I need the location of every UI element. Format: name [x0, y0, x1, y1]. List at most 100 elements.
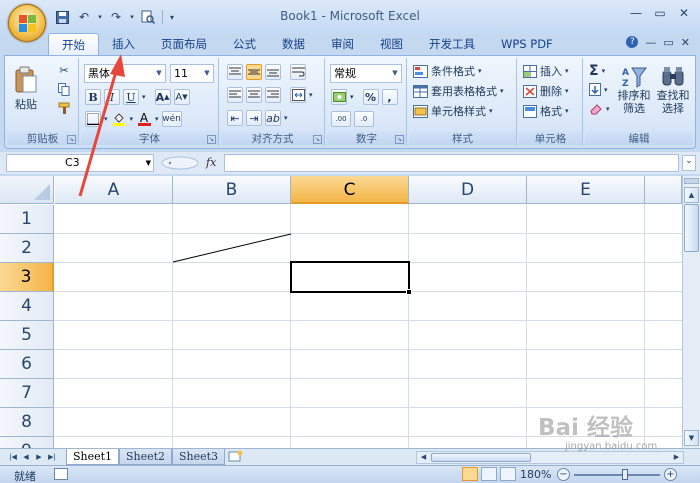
scroll-right-icon[interactable]: ▶ — [671, 453, 682, 462]
tab-page-layout[interactable]: 页面布局 — [148, 33, 220, 55]
normal-view-icon[interactable] — [462, 467, 478, 481]
increase-decimal-icon[interactable]: .00 — [331, 111, 351, 127]
conditional-format-button[interactable]: 条件格式 ▾ — [413, 63, 482, 79]
vertical-scroll-thumb[interactable] — [684, 204, 699, 252]
increase-indent-icon[interactable]: ⇥ — [246, 110, 262, 126]
ribbon-restore-icon[interactable]: ▭ — [663, 36, 673, 49]
format-painter-icon[interactable] — [55, 100, 73, 117]
font-color-icon[interactable]: A — [136, 111, 152, 127]
fill-handle[interactable] — [406, 289, 412, 295]
expand-formula-bar-icon[interactable]: ⌄ — [682, 155, 696, 171]
decrease-decimal-icon[interactable]: .0 — [354, 111, 374, 127]
font-color-dropdown-icon[interactable]: ▾ — [155, 115, 159, 123]
format-cells-button[interactable]: 格式 ▾ — [523, 103, 569, 119]
paste-button[interactable]: 粘贴 — [11, 62, 41, 116]
sheet-tab-sheet3[interactable]: Sheet3 — [172, 449, 226, 465]
prev-sheet-icon[interactable]: ◀ — [21, 451, 31, 463]
find-select-button[interactable]: 查找和 选择 — [655, 62, 691, 118]
clipboard-launcher-icon[interactable]: ↘ — [67, 135, 76, 144]
tab-developer[interactable]: 开发工具 — [416, 33, 488, 55]
zoom-slider[interactable] — [574, 474, 660, 476]
font-launcher-icon[interactable]: ↘ — [207, 135, 216, 144]
comma-style-icon[interactable]: , — [381, 89, 398, 105]
font-name-combo[interactable]: 黑体 ▼ — [84, 64, 166, 83]
increase-font-icon[interactable]: A ▲ — [154, 89, 171, 105]
name-box[interactable]: C3 ▼ — [6, 154, 154, 172]
tab-insert[interactable]: 插入 — [99, 33, 148, 55]
underline-icon[interactable]: U — [123, 89, 139, 105]
italic-icon[interactable]: I — [104, 89, 120, 105]
fill-button[interactable]: ▾ — [589, 83, 608, 96]
tab-data[interactable]: 数据 — [269, 33, 318, 55]
align-left-icon[interactable] — [227, 87, 243, 103]
scroll-left-icon[interactable]: ◀ — [418, 453, 429, 462]
insert-cells-button[interactable]: 插入 ▾ — [523, 63, 569, 79]
insert-sheet-icon[interactable] — [228, 450, 244, 463]
last-sheet-icon[interactable]: ▶| — [47, 451, 57, 463]
bold-icon[interactable]: B — [85, 89, 101, 105]
scroll-down-icon[interactable]: ▼ — [684, 430, 699, 446]
zoom-out-icon[interactable]: − — [557, 468, 570, 481]
phonetic-icon[interactable]: wén — [161, 111, 182, 127]
number-format-dropdown-icon[interactable]: ▼ — [389, 65, 401, 82]
formula-input[interactable] — [224, 154, 679, 172]
macro-record-icon[interactable] — [54, 468, 68, 480]
font-size-dropdown-icon[interactable]: ▼ — [201, 65, 213, 82]
ribbon-minimize-icon[interactable]: — — [645, 36, 656, 49]
percent-style-icon[interactable]: % — [362, 89, 379, 105]
tab-home[interactable]: 开始 — [48, 33, 99, 55]
font-name-dropdown-icon[interactable]: ▼ — [153, 65, 165, 82]
merge-center-icon[interactable] — [290, 87, 306, 103]
alignment-launcher-icon[interactable]: ↘ — [313, 135, 322, 144]
page-layout-view-icon[interactable] — [481, 467, 497, 481]
cut-icon[interactable]: ✂ — [55, 62, 73, 79]
tab-view[interactable]: 视图 — [367, 33, 416, 55]
office-button[interactable] — [8, 4, 46, 42]
number-launcher-icon[interactable]: ↘ — [395, 135, 404, 144]
scroll-up-icon[interactable]: ▲ — [684, 187, 699, 203]
orientation-dropdown-icon[interactable]: ▾ — [284, 114, 288, 122]
horizontal-scroll-thumb[interactable] — [431, 453, 531, 462]
merge-dropdown-icon[interactable]: ▾ — [309, 91, 313, 99]
align-center-icon[interactable] — [246, 87, 262, 103]
close-button[interactable]: ✕ — [674, 4, 694, 21]
ribbon-close-icon[interactable]: ✕ — [681, 36, 690, 49]
copy-icon[interactable] — [55, 81, 73, 98]
first-sheet-icon[interactable]: |◀ — [8, 451, 18, 463]
help-icon[interactable]: ? — [626, 36, 639, 48]
tab-review[interactable]: 审阅 — [318, 33, 367, 55]
borders-icon[interactable] — [85, 111, 101, 127]
align-bottom-icon[interactable] — [265, 64, 281, 80]
name-box-dropdown-icon[interactable]: ▼ — [146, 155, 151, 171]
sort-filter-button[interactable]: AZ 排序和 筛选 — [615, 62, 653, 118]
maximize-button[interactable]: ▭ — [650, 4, 670, 21]
underline-dropdown-icon[interactable]: ▾ — [142, 93, 146, 101]
horizontal-scrollbar[interactable]: ◀ ▶ — [416, 451, 684, 464]
align-middle-icon[interactable] — [246, 64, 262, 80]
zoom-slider-thumb[interactable] — [622, 469, 628, 480]
zoom-level[interactable]: 180% — [520, 468, 551, 481]
tab-wps-pdf[interactable]: WPS PDF — [488, 33, 566, 55]
align-right-icon[interactable] — [265, 87, 281, 103]
accounting-format-icon[interactable] — [331, 89, 347, 105]
font-size-combo[interactable]: 11 ▼ — [170, 64, 214, 83]
clear-button[interactable]: ▾ — [589, 103, 610, 115]
sheet-tab-sheet1[interactable]: Sheet1 — [66, 449, 120, 465]
orientation-icon[interactable]: ab — [265, 110, 281, 126]
minimize-button[interactable]: — — [626, 4, 646, 21]
format-as-table-button[interactable]: 套用表格格式 ▾ — [413, 83, 504, 99]
cell-styles-button[interactable]: 单元格样式 ▾ — [413, 103, 493, 119]
sheet-tab-sheet2[interactable]: Sheet2 — [119, 449, 173, 465]
tab-formulas[interactable]: 公式 — [220, 33, 269, 55]
selected-cell-c3[interactable] — [290, 261, 410, 293]
decrease-font-icon[interactable]: A ▼ — [173, 89, 190, 105]
fill-color-icon[interactable] — [111, 111, 127, 127]
insert-function-icon[interactable]: fx — [206, 156, 216, 169]
wrap-text-icon[interactable] — [290, 64, 306, 80]
number-format-combo[interactable]: 常规 ▼ — [330, 64, 402, 83]
autosum-button[interactable]: Σ ▾ — [589, 63, 605, 79]
align-top-icon[interactable] — [227, 64, 243, 80]
accounting-dropdown-icon[interactable]: ▾ — [350, 93, 354, 101]
split-box[interactable] — [684, 178, 699, 184]
next-sheet-icon[interactable]: ▶ — [34, 451, 44, 463]
